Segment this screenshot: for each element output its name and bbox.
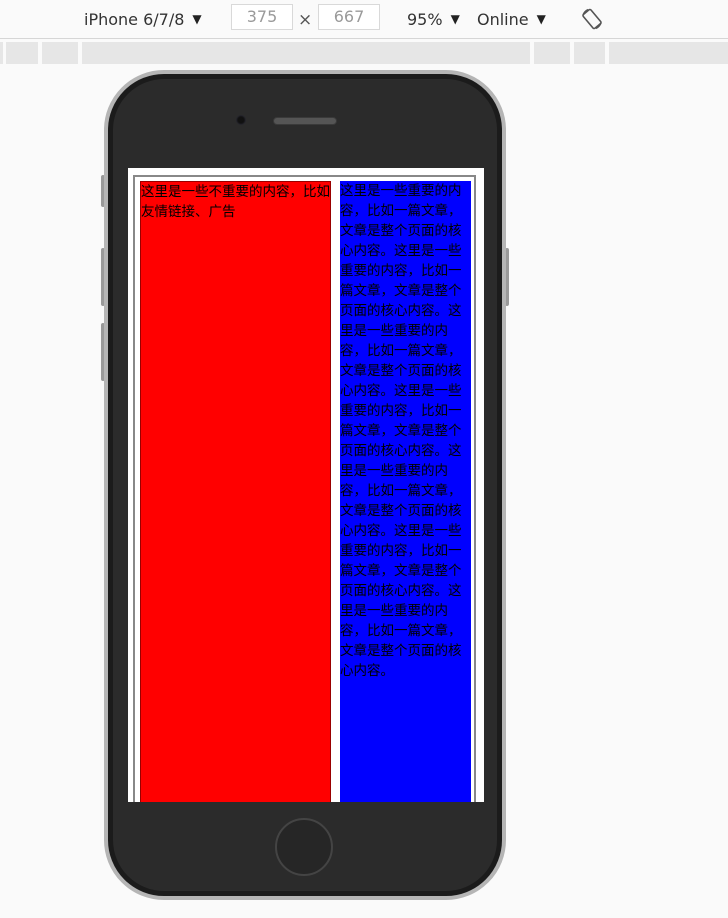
- network-select[interactable]: Online ▼: [477, 0, 546, 38]
- zoom-select[interactable]: 95% ▼: [407, 0, 460, 38]
- network-label: Online: [477, 9, 529, 29]
- device-select[interactable]: iPhone 6/7/8 ▼: [84, 0, 202, 38]
- zoom-label: 95%: [407, 9, 443, 29]
- media-query-segment[interactable]: [574, 42, 605, 64]
- rotate-icon: [582, 8, 602, 30]
- media-query-segment[interactable]: [609, 42, 728, 64]
- home-button[interactable]: [275, 818, 333, 876]
- camera-icon: [236, 115, 246, 125]
- caret-down-icon: ▼: [450, 12, 460, 26]
- caret-down-icon: ▼: [192, 12, 202, 26]
- media-query-segment[interactable]: [6, 42, 38, 64]
- left-column-text: 这里是一些不重要的内容，比如友情链接、广告: [141, 184, 330, 220]
- media-query-segment[interactable]: [0, 42, 3, 64]
- width-input[interactable]: [231, 4, 293, 30]
- device-screen: 这里是一些不重要的内容，比如友情链接、广告 这里是一些重要的内容，比如一篇文章，…: [128, 168, 484, 802]
- left-column: 这里是一些不重要的内容，比如友情链接、广告: [140, 181, 331, 802]
- times-sign: ×: [298, 10, 313, 30]
- right-column-text: 这里是一些重要的内容，比如一篇文章，文章是整个页面的核心内容。这里是一些重要的内…: [340, 183, 462, 679]
- media-query-segment[interactable]: [534, 42, 570, 64]
- media-query-segment[interactable]: [82, 42, 530, 64]
- media-query-bar: [0, 40, 728, 66]
- right-column: 这里是一些重要的内容，比如一篇文章，文章是整个页面的核心内容。这里是一些重要的内…: [340, 181, 471, 802]
- device-toolbar: iPhone 6/7/8 ▼ × 95% ▼ Online ▼: [0, 0, 728, 39]
- height-input[interactable]: [318, 4, 380, 30]
- media-query-segment[interactable]: [42, 42, 78, 64]
- speaker-grille: [273, 117, 337, 125]
- device-label: iPhone 6/7/8: [84, 9, 185, 29]
- caret-down-icon: ▼: [536, 12, 546, 26]
- rotate-button[interactable]: [579, 6, 605, 32]
